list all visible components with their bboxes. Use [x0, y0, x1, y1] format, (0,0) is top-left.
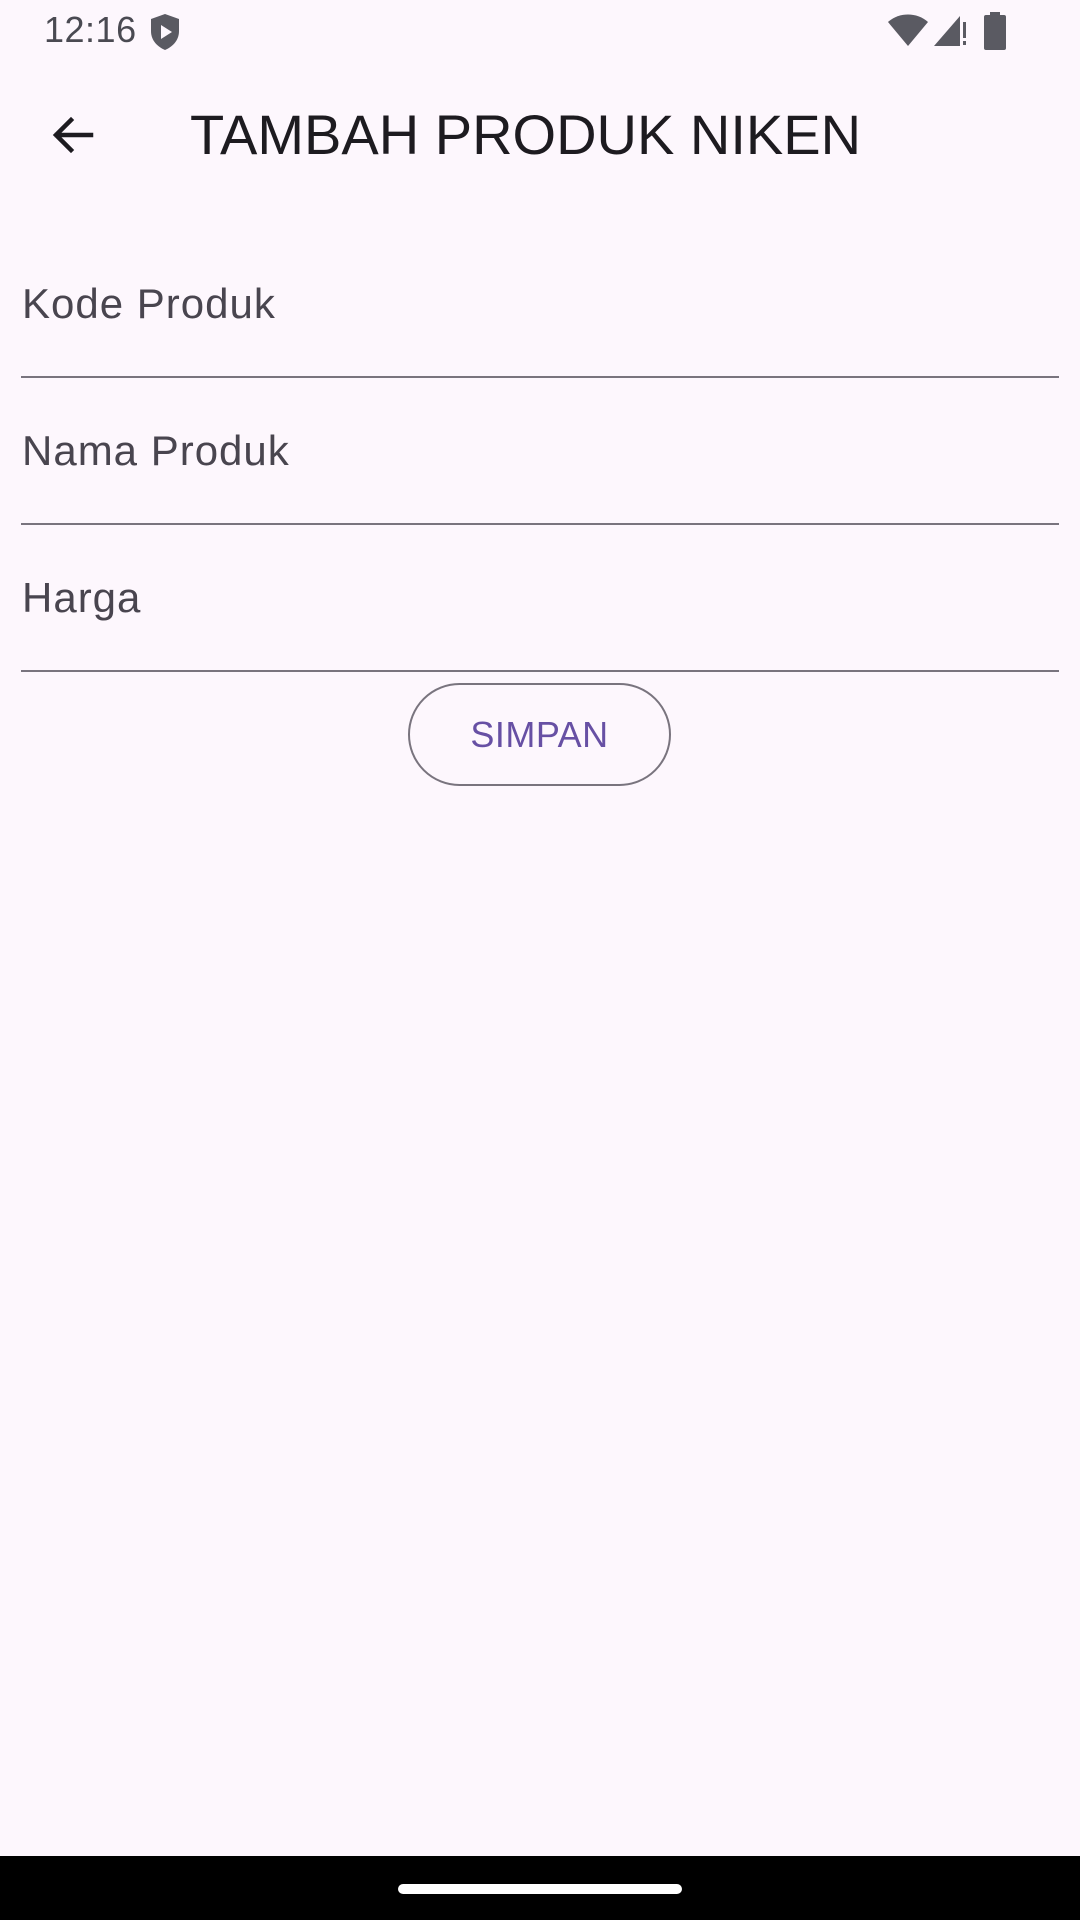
kode-produk-input[interactable] [21, 232, 1059, 376]
arrow-back-icon [52, 116, 94, 154]
wifi-icon [888, 14, 928, 46]
signal-icon [934, 16, 966, 46]
harga-underline [21, 670, 1059, 672]
app-bar: TAMBAH PRODUK NIKEN [0, 62, 1080, 208]
page-title: TAMBAH PRODUK NIKEN [190, 103, 862, 166]
kode-produk-field[interactable] [21, 232, 1059, 378]
harga-input[interactable] [21, 526, 1059, 670]
status-time: 12:16 [44, 9, 137, 50]
back-button[interactable] [28, 90, 118, 180]
kode-produk-underline [21, 376, 1059, 378]
harga-field[interactable] [21, 526, 1059, 672]
nama-produk-underline [21, 523, 1059, 525]
simpan-button[interactable]: SIMPAN [408, 683, 671, 786]
battery-icon [984, 12, 1006, 50]
home-handle[interactable] [398, 1884, 682, 1894]
nama-produk-input[interactable] [21, 379, 1059, 523]
nama-produk-field[interactable] [21, 379, 1059, 525]
shield-play-icon [151, 14, 179, 50]
status-bar: 12:16 [0, 0, 1080, 62]
navigation-bar [0, 1856, 1080, 1920]
